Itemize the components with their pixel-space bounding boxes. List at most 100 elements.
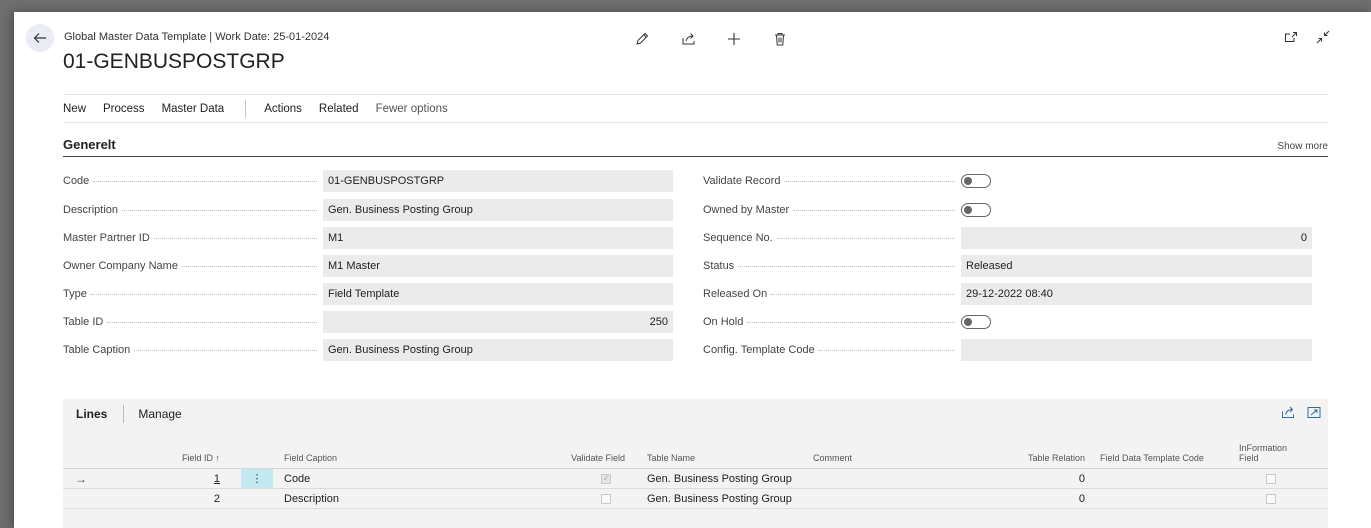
- window-controls: [1283, 29, 1331, 45]
- collapse-button[interactable]: [1315, 29, 1331, 45]
- lines-header: Lines Manage: [63, 399, 1328, 429]
- checkbox[interactable]: [1266, 473, 1276, 484]
- field-table-caption: Table Caption Gen. Business Posting Grou…: [63, 339, 673, 361]
- owned-by-master-toggle[interactable]: [961, 203, 991, 217]
- col-information-field[interactable]: InFormation Field: [1239, 433, 1299, 468]
- field-id-cell[interactable]: 1: [158, 469, 220, 488]
- information-field-cell[interactable]: [1263, 469, 1279, 488]
- validate-field-cell[interactable]: ✓: [598, 469, 614, 488]
- field-data-template-code-cell[interactable]: [1100, 469, 1230, 488]
- action-bar: New Process Master Data Actions Related …: [63, 94, 1328, 123]
- lines-title[interactable]: Lines: [76, 407, 107, 421]
- lines-expand-button[interactable]: [1307, 405, 1321, 419]
- col-field-data-template-code[interactable]: Field Data Template Code: [1100, 433, 1230, 468]
- trash-icon: [775, 33, 785, 46]
- on-hold-toggle[interactable]: [961, 315, 991, 329]
- master-partner-id-value[interactable]: M1: [323, 227, 673, 249]
- action-master-data[interactable]: Master Data: [162, 103, 233, 115]
- manage-button[interactable]: Manage: [138, 407, 181, 421]
- code-value[interactable]: 01-GENBUSPOSTGRP: [323, 170, 673, 192]
- back-button[interactable]: [26, 24, 54, 52]
- validate-field-cell[interactable]: [598, 489, 614, 508]
- table-name-cell[interactable]: Gen. Business Posting Group: [647, 489, 817, 508]
- pencil-icon: [636, 32, 649, 45]
- action-new[interactable]: New: [63, 103, 94, 115]
- share-icon: [1282, 406, 1294, 418]
- action-actions[interactable]: Actions: [264, 103, 310, 115]
- field-data-template-code-cell[interactable]: [1100, 489, 1230, 508]
- table-caption-value[interactable]: Gen. Business Posting Group: [323, 339, 673, 361]
- field-type: Type Field Template: [63, 283, 673, 305]
- sequence-no-value[interactable]: 0: [961, 227, 1312, 249]
- type-value[interactable]: Field Template: [323, 283, 673, 305]
- fewer-options-link[interactable]: Fewer options: [376, 103, 456, 115]
- owner-company-name-value[interactable]: M1 Master: [323, 255, 673, 277]
- row-menu-button[interactable]: ⋮: [241, 469, 273, 488]
- table-row[interactable]: 2 Description Gen. Business Posting Grou…: [63, 489, 1328, 509]
- field-label: Config. Template Code: [703, 344, 961, 356]
- field-label: Owned by Master: [703, 204, 961, 216]
- show-more-link[interactable]: Show more: [1277, 141, 1328, 152]
- open-in-new-window-icon: [1285, 32, 1297, 42]
- field-status: Status Released: [703, 255, 1312, 277]
- col-validate-field[interactable]: Validate Field: [543, 433, 625, 468]
- col-comment[interactable]: Comment: [813, 433, 933, 468]
- field-released-on: Released On 29-12-2022 08:40: [703, 283, 1312, 305]
- lines-grid: Field ID ↑ Field Caption Validate Field …: [63, 433, 1328, 509]
- field-label: Status: [703, 260, 961, 272]
- validate-record-toggle[interactable]: [961, 174, 991, 188]
- information-field-cell[interactable]: [1263, 489, 1279, 508]
- description-value[interactable]: Gen. Business Posting Group: [323, 199, 673, 221]
- config-template-code-value[interactable]: [961, 339, 1312, 361]
- delete-button[interactable]: [757, 28, 803, 50]
- table-relation-cell[interactable]: 0: [1003, 469, 1085, 488]
- col-table-name[interactable]: Table Name: [647, 433, 797, 468]
- field-sequence-no: Sequence No. 0: [703, 227, 1312, 249]
- released-on-value[interactable]: 29-12-2022 08:40: [961, 283, 1312, 305]
- grid-header: Field ID ↑ Field Caption Validate Field …: [63, 433, 1328, 469]
- field-description: Description Gen. Business Posting Group: [63, 199, 673, 221]
- field-caption-cell[interactable]: Description: [284, 489, 484, 508]
- field-caption-cell[interactable]: Code: [284, 469, 484, 488]
- field-label: Released On: [703, 288, 961, 300]
- table-relation-cell[interactable]: 0: [1003, 489, 1085, 508]
- col-field-caption[interactable]: Field Caption: [284, 433, 434, 468]
- plus-icon: [728, 33, 740, 45]
- edit-button[interactable]: [619, 28, 665, 50]
- current-row-arrow-icon: →: [75, 471, 87, 486]
- col-field-id[interactable]: Field ID ↑: [158, 433, 220, 468]
- general-section-header: Generelt Show more: [63, 133, 1328, 157]
- field-label: Owner Company Name: [63, 260, 323, 272]
- action-bar-divider: [245, 99, 247, 118]
- field-id-cell[interactable]: 2: [158, 489, 220, 508]
- open-new-window-button[interactable]: [1283, 29, 1299, 45]
- table-row[interactable]: → 1 ⋮ Code ✓ Gen. Business Posting Group…: [63, 469, 1328, 489]
- checkbox[interactable]: [601, 493, 611, 504]
- section-title[interactable]: Generelt: [63, 137, 116, 152]
- checkbox-checked[interactable]: ✓: [601, 473, 611, 484]
- field-table-id: Table ID 250: [63, 311, 673, 333]
- top-actions: [619, 28, 803, 50]
- comment-cell[interactable]: [813, 489, 933, 508]
- col-table-relation[interactable]: Table Relation: [1003, 433, 1085, 468]
- field-label: Type: [63, 288, 323, 300]
- page-title: 01-GENBUSPOSTGRP: [63, 50, 285, 73]
- field-label: Code: [63, 175, 323, 187]
- back-arrow-icon: [33, 33, 46, 43]
- page-window: Global Master Data Template | Work Date:…: [14, 12, 1371, 528]
- share-icon: [682, 33, 694, 45]
- comment-cell[interactable]: [813, 469, 933, 488]
- lines-share-button[interactable]: [1281, 405, 1295, 419]
- expand-icon: [1307, 406, 1321, 418]
- checkbox[interactable]: [1266, 493, 1276, 504]
- table-id-value[interactable]: 250: [323, 311, 673, 333]
- field-label: Table Caption: [63, 344, 323, 356]
- table-name-cell[interactable]: Gen. Business Posting Group: [647, 469, 817, 488]
- share-button[interactable]: [665, 28, 711, 50]
- new-button[interactable]: [711, 28, 757, 50]
- action-related[interactable]: Related: [319, 103, 367, 115]
- status-value[interactable]: Released: [961, 255, 1312, 277]
- field-label: Description: [63, 204, 323, 216]
- action-process[interactable]: Process: [103, 103, 153, 115]
- field-label: On Hold: [703, 316, 961, 328]
